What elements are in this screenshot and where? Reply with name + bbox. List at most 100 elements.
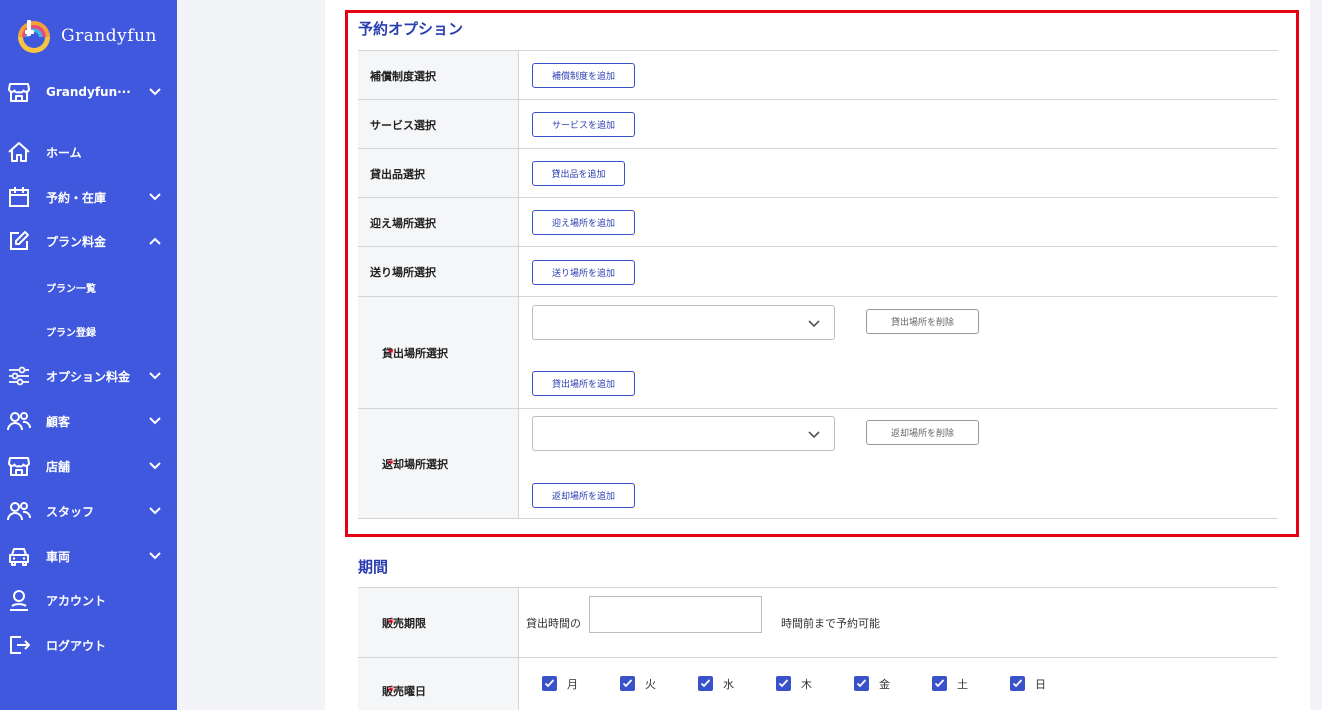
check-icon	[778, 679, 789, 688]
delete-lending-place-button[interactable]: 貸出場所を削除	[866, 309, 979, 334]
day-label: 火	[645, 678, 656, 691]
sidebar-subitem-plan-register[interactable]: プラン登録	[46, 324, 96, 339]
day-checkbox-sat[interactable]	[932, 676, 947, 691]
period-section-title: 期間	[358, 558, 389, 576]
sales-limit-prefix: 貸出時間の	[526, 617, 581, 630]
user-icon	[10, 590, 28, 611]
check-icon	[934, 679, 945, 688]
sales-limit-hours-input[interactable]	[589, 596, 762, 633]
chevron-down-icon	[149, 372, 161, 380]
sidebar-item-logout[interactable]: ログアウト	[0, 630, 177, 660]
sidebar-item-home[interactable]: ホーム	[0, 137, 177, 167]
sidebar-item-label: 店舗	[46, 459, 71, 474]
sliders-icon	[9, 366, 29, 386]
row-label: 送り場所選択	[370, 266, 436, 279]
check-icon	[1012, 679, 1023, 688]
option-row-compensation: 補償制度選択 補償制度を追加	[358, 50, 1278, 100]
required-mark: *	[388, 616, 394, 630]
add-rental-item-button[interactable]: 貸出品を追加	[532, 161, 625, 186]
sidebar-item-label: 顧客	[46, 414, 71, 429]
chevron-down-icon	[149, 193, 161, 201]
required-mark: *	[388, 684, 394, 698]
day-checkbox-wed[interactable]	[698, 676, 713, 691]
divider	[358, 518, 1278, 519]
sidebar-item-account[interactable]: アカウント	[0, 585, 177, 615]
users-icon	[7, 412, 31, 431]
sidebar-item-label: プラン料金	[46, 234, 107, 249]
sidebar-item-label: 車両	[46, 549, 71, 564]
day-checkbox-fri[interactable]	[854, 676, 869, 691]
car-icon	[9, 548, 29, 566]
store-icon	[8, 83, 30, 102]
options-section-title: 予約オプション	[358, 20, 464, 38]
row-label: 補償制度選択	[370, 69, 436, 83]
sidebar-item-label: アカウント	[46, 593, 107, 608]
day-label: 木	[801, 678, 812, 691]
row-label: 迎え場所選択	[370, 216, 436, 230]
store-selector-label: Grandyfun···	[46, 85, 131, 99]
sales-limit-suffix: 時間前まで予約可能	[781, 617, 880, 630]
add-lending-place-button[interactable]: 貸出場所を追加	[532, 371, 635, 396]
sidebar: Grandyfun Grandyfun··· ホーム 予約・在庫 プラン料金 プ…	[0, 0, 177, 710]
brand-logo-icon	[14, 16, 54, 56]
chevron-down-icon	[149, 552, 161, 560]
sidebar-item-option-price[interactable]: オプション料金	[0, 361, 177, 391]
required-mark: *	[388, 457, 394, 471]
add-dropoff-place-button[interactable]: 送り場所を追加	[532, 260, 635, 285]
sidebar-item-reservation[interactable]: 予約・在庫	[0, 182, 177, 212]
check-icon	[700, 679, 711, 688]
day-checkbox-tue[interactable]	[620, 676, 635, 691]
chevron-down-icon	[808, 431, 820, 439]
chevron-down-icon	[149, 507, 161, 515]
option-row-rental-item: 貸出品選択 貸出品を追加	[358, 148, 1278, 198]
period-row-sales-days: 販売曜日 * 月 火 水 木 金 土 日	[358, 657, 1278, 710]
add-compensation-button[interactable]: 補償制度を追加	[532, 63, 635, 88]
option-row-return-place: 返却場所選択 * 返却場所を削除 返却場所を追加	[358, 408, 1278, 519]
calendar-icon	[9, 187, 29, 207]
chevron-down-icon	[149, 417, 161, 425]
day-label: 日	[1035, 678, 1046, 691]
home-icon	[8, 142, 30, 162]
chevron-down-icon	[149, 462, 161, 470]
check-icon	[622, 679, 633, 688]
sidebar-subitem-plan-list[interactable]: プラン一覧	[46, 280, 96, 295]
day-checkbox-mon[interactable]	[542, 676, 557, 691]
row-label: 貸出品選択	[370, 167, 425, 181]
add-pickup-place-button[interactable]: 迎え場所を追加	[532, 210, 635, 235]
lending-place-select[interactable]	[532, 305, 835, 340]
sidebar-item-customers[interactable]: 顧客	[0, 406, 177, 436]
sidebar-item-stores[interactable]: 店舗	[0, 451, 177, 481]
add-service-button[interactable]: サービスを追加	[532, 112, 635, 137]
row-label: サービス選択	[370, 118, 436, 132]
sidebar-item-label: スタッフ	[46, 504, 95, 519]
store-selector[interactable]: Grandyfun···	[0, 77, 177, 107]
add-return-place-button[interactable]: 返却場所を追加	[532, 483, 635, 508]
sidebar-item-label: ログアウト	[46, 638, 107, 653]
option-row-pickup-place: 迎え場所選択 迎え場所を追加	[358, 197, 1278, 247]
day-checkbox-thu[interactable]	[776, 676, 791, 691]
edit-icon	[10, 231, 29, 250]
chevron-down-icon	[149, 88, 161, 96]
option-row-dropoff-place: 送り場所選択 送り場所を追加	[358, 246, 1278, 297]
check-icon	[856, 679, 867, 688]
option-row-lending-place: 貸出場所選択 * 貸出場所を削除 貸出場所を追加	[358, 296, 1278, 409]
check-icon	[544, 679, 555, 688]
sidebar-item-label: オプション料金	[46, 369, 131, 384]
day-checkbox-sun[interactable]	[1010, 676, 1025, 691]
brand[interactable]: Grandyfun	[14, 16, 157, 56]
users-icon	[7, 502, 31, 521]
sidebar-item-plan-price[interactable]: プラン料金	[0, 226, 177, 256]
sidebar-item-label: 予約・在庫	[46, 190, 107, 205]
day-label: 金	[879, 678, 890, 691]
chevron-up-icon	[149, 237, 161, 245]
sidebar-item-vehicles[interactable]: 車両	[0, 541, 177, 571]
required-mark: *	[388, 346, 394, 360]
option-row-service: サービス選択 サービスを追加	[358, 99, 1278, 149]
chevron-down-icon	[808, 320, 820, 328]
return-place-select[interactable]	[532, 416, 835, 451]
delete-return-place-button[interactable]: 返却場所を削除	[866, 420, 979, 445]
sidebar-item-staff[interactable]: スタッフ	[0, 496, 177, 526]
day-label: 月	[567, 678, 578, 691]
brand-name: Grandyfun	[61, 26, 157, 46]
store-icon	[8, 457, 30, 476]
